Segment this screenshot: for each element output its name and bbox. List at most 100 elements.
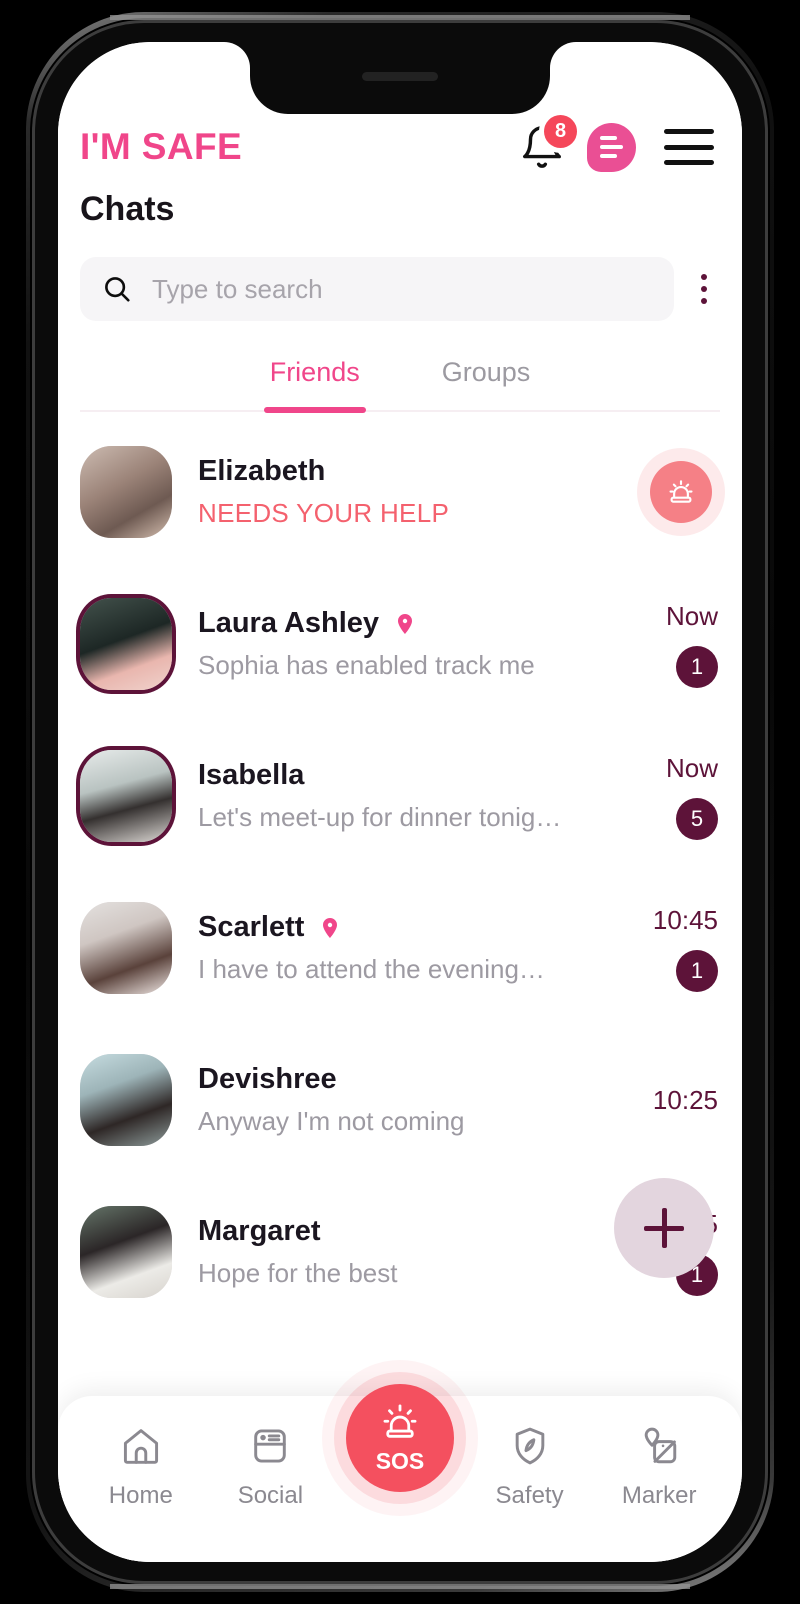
chat-preview: Hope for the best: [198, 1258, 398, 1288]
avatar[interactable]: [80, 750, 172, 842]
dot-3: [701, 298, 707, 304]
chat-text: Devishree Anyway I'm not coming: [172, 1063, 614, 1137]
shield-leaf-icon: [515, 1427, 544, 1465]
avatar-image: [80, 598, 172, 690]
chat-preview: I have to attend the evening…: [198, 954, 545, 984]
siren-alert-icon[interactable]: [650, 461, 712, 523]
notification-count-badge: 8: [544, 115, 577, 148]
chat-name-line: Elizabeth: [198, 455, 614, 488]
add-chat-fab[interactable]: [614, 1178, 714, 1278]
dot-1: [701, 274, 707, 280]
location-pin-icon: [398, 613, 413, 634]
chat-row[interactable]: Laura Ashley Sophia has enabled track me…: [58, 568, 742, 720]
menu-line-2: [664, 144, 714, 150]
chat-preview: Sophia has enabled track me: [198, 650, 535, 680]
feed-card-icon: [254, 1429, 287, 1463]
chat-preview: Let's meet-up for dinner tonig…: [198, 802, 562, 832]
chat-name: Scarlett: [198, 911, 305, 943]
chat-name-line: Scarlett: [198, 911, 614, 944]
chat-time: 10:25: [652, 1084, 718, 1115]
chat-name: Laura Ashley: [198, 607, 380, 639]
nav-label: SOS: [375, 1447, 425, 1474]
sos-button[interactable]: SOS: [345, 1384, 454, 1492]
chat-meta: 10:45 1: [614, 905, 718, 992]
chat-name: Margaret: [198, 1215, 321, 1247]
chat-preview: Anyway I'm not coming: [198, 1106, 465, 1136]
chat-time: 10:45: [652, 904, 718, 935]
nav-label: Social: [237, 1482, 304, 1509]
bottom-navigation: Home Social SOS Safety Marker: [58, 1384, 742, 1562]
avatar-image: [80, 1054, 172, 1146]
chat-time: Now: [665, 600, 718, 631]
page-title: Chats: [80, 190, 175, 228]
avatar[interactable]: [80, 1054, 172, 1146]
search-icon: [105, 277, 130, 302]
nav-label: Marker: [621, 1482, 697, 1509]
menu-line-1: [664, 129, 714, 134]
chat-row[interactable]: Elizabeth NEEDS YOUR HELP: [58, 416, 742, 568]
chat-row[interactable]: Isabella Let's meet-up for dinner tonig……: [58, 720, 742, 872]
messages-bubble-icon[interactable]: [587, 122, 636, 172]
avatar-image: [80, 902, 172, 994]
chat-row[interactable]: Scarlett I have to attend the evening… 1…: [58, 872, 742, 1024]
chat-row[interactable]: Devishree Anyway I'm not coming 10:25: [58, 1024, 742, 1176]
avatar-image: [80, 446, 172, 538]
hamburger-menu-icon[interactable]: [664, 129, 714, 165]
app-logo: I'M SAFE: [80, 126, 243, 167]
avatar[interactable]: [80, 446, 172, 538]
menu-line-3: [664, 160, 714, 165]
tab-friends[interactable]: Friends: [263, 357, 366, 413]
chat-name-line: Laura Ashley: [198, 607, 614, 640]
earpiece-speaker: [362, 72, 438, 81]
chat-name-line: Margaret: [198, 1215, 614, 1248]
nav-item-social[interactable]: Social: [206, 1424, 336, 1510]
chat-preview: NEEDS YOUR HELP: [198, 498, 450, 528]
nav-label: Safety: [495, 1482, 564, 1509]
chat-text: Isabella Let's meet-up for dinner tonig…: [172, 759, 614, 833]
chat-meta: 10:25: [614, 1085, 718, 1116]
app-container: I'M SAFE 8 Chats Type to search Friends …: [58, 42, 742, 1562]
bubble-line-3: [600, 154, 617, 158]
location-pin-icon: [323, 917, 338, 938]
chat-name: Isabella: [198, 759, 305, 791]
siren-glyph: [669, 480, 693, 503]
chat-name: Elizabeth: [198, 455, 326, 487]
avatar[interactable]: [80, 902, 172, 994]
tab-groups[interactable]: Groups: [436, 357, 537, 410]
chat-tabs: Friends Groups: [80, 321, 720, 413]
notch-corner-right: [550, 42, 576, 68]
unread-badge: 1: [676, 645, 718, 688]
avatar[interactable]: [80, 598, 172, 690]
chat-time: Now: [665, 752, 718, 783]
antenna-line-top: [110, 15, 690, 20]
nav-item-safety[interactable]: Safety: [465, 1424, 595, 1510]
chat-meta: [614, 461, 718, 523]
phone-notch: [250, 42, 550, 114]
siren-icon: [383, 1403, 417, 1438]
chat-text: Elizabeth NEEDS YOUR HELP: [172, 455, 614, 529]
notification-bell-icon[interactable]: 8: [519, 115, 577, 170]
nav-item-marker[interactable]: Marker: [594, 1424, 724, 1510]
chat-name: Devishree: [198, 1063, 337, 1095]
nav-label: Home: [108, 1482, 173, 1509]
chat-name-line: Devishree: [198, 1063, 614, 1096]
phone-screen: I'M SAFE 8 Chats Type to search Friends …: [58, 42, 742, 1562]
chat-meta: Now 1: [614, 601, 718, 688]
unread-badge: 5: [676, 797, 718, 840]
chat-name-line: Isabella: [198, 759, 614, 792]
search-placeholder: Type to search: [152, 273, 323, 304]
chat-text: Laura Ashley Sophia has enabled track me: [172, 607, 614, 681]
map-marker-icon: [644, 1427, 677, 1464]
bubble-line-1: [600, 136, 617, 140]
chat-text: Margaret Hope for the best: [172, 1215, 614, 1289]
nav-item-home[interactable]: Home: [76, 1424, 206, 1510]
search-row: Type to search: [58, 229, 742, 321]
search-input[interactable]: Type to search: [80, 257, 674, 321]
bubble-line-2: [600, 145, 623, 149]
chat-list[interactable]: Elizabeth NEEDS YOUR HELP Laura Ashley S…: [58, 412, 742, 1396]
avatar[interactable]: [80, 1206, 172, 1298]
avatar-image: [80, 750, 172, 842]
antenna-line-bottom: [110, 1584, 690, 1589]
more-vertical-icon[interactable]: [674, 274, 720, 304]
notch-corner-left: [224, 42, 250, 68]
